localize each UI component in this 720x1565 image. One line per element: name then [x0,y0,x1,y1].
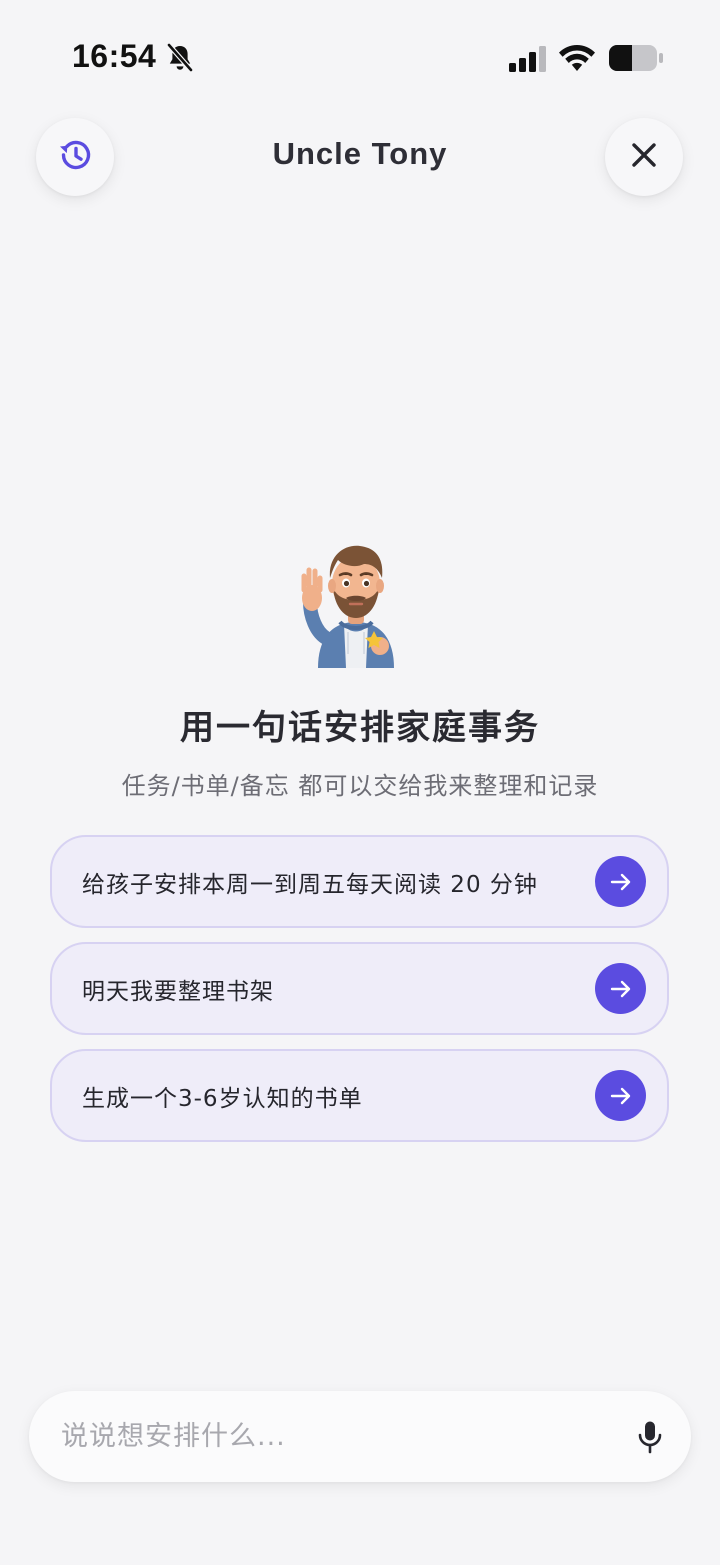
headline: 用一句话安排家庭事务 [180,708,540,748]
suggestion-list: 给孩子安排本周一到周五每天阅读 20 分钟 明天我要整理书架 生成一个3-6岁认… [50,835,669,1156]
suggestion-item[interactable]: 明天我要整理书架 [50,942,669,1035]
cellular-signal-icon [508,46,548,72]
suggestion-label: 明天我要整理书架 [82,978,274,1005]
arrow-right-icon[interactable] [595,963,646,1014]
close-icon [629,140,659,174]
close-button[interactable] [605,118,683,196]
message-input-bar [29,1391,691,1482]
waving-man-avatar [296,528,416,668]
suggestion-label: 生成一个3-6岁认知的书单 [82,1085,363,1112]
battery-icon [608,44,664,72]
suggestion-item[interactable]: 给孩子安排本周一到周五每天阅读 20 分钟 [50,835,669,928]
subheadline: 任务/书单/备忘 都可以交给我来整理和记录 [121,772,599,800]
status-bar: 16:54 [0,0,720,110]
arrow-right-icon[interactable] [595,856,646,907]
microphone-icon[interactable] [635,1419,665,1455]
suggestion-item[interactable]: 生成一个3-6岁认知的书单 [50,1049,669,1142]
suggestion-label: 给孩子安排本周一到周五每天阅读 20 分钟 [82,871,538,898]
status-time: 16:54 [72,38,157,74]
wifi-icon [558,43,596,73]
bell-slash-icon [166,43,194,73]
message-input[interactable] [61,1421,635,1452]
arrow-right-icon[interactable] [595,1070,646,1121]
